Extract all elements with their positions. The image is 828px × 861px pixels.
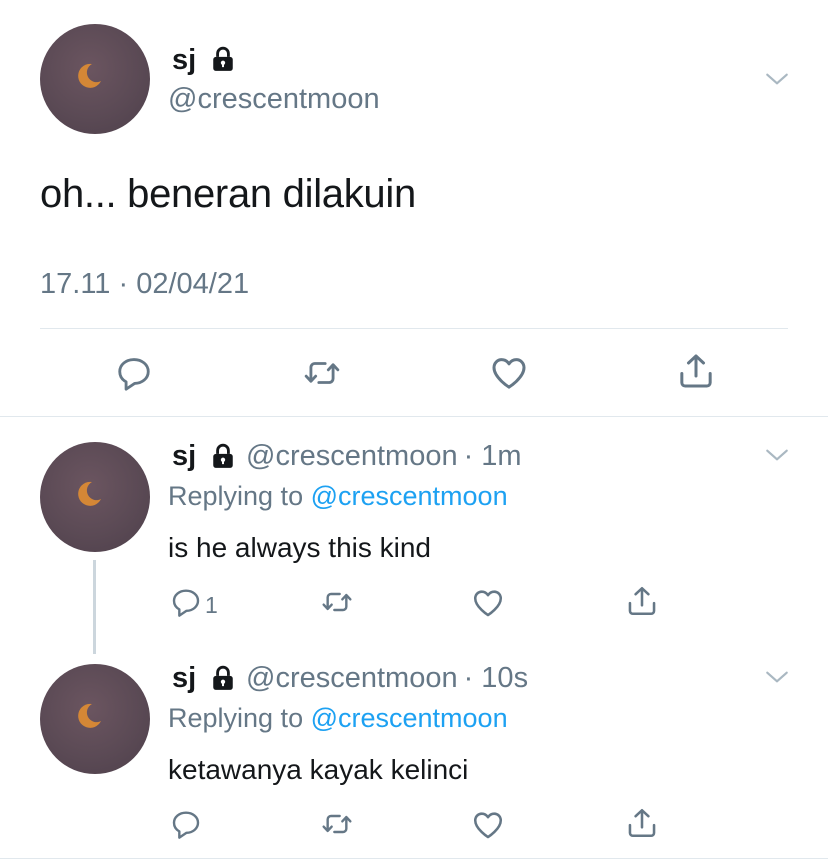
like-button[interactable] [471, 586, 505, 620]
retweet-icon [318, 808, 356, 840]
crescent-moon-icon [40, 664, 150, 774]
user-handle[interactable]: @crescentmoon [168, 83, 380, 116]
like-button[interactable] [489, 353, 529, 393]
share-icon [676, 351, 716, 391]
thread-connector [93, 560, 96, 654]
mention-link[interactable]: @crescentmoon [311, 703, 508, 733]
divider [40, 328, 788, 329]
replying-to: Replying to @crescentmoon [168, 703, 508, 734]
display-name[interactable]: sj [172, 440, 196, 473]
reply-icon [115, 354, 153, 392]
display-name[interactable]: sj [172, 662, 196, 695]
handle-text: @crescentmoon [246, 440, 458, 472]
divider [0, 858, 828, 859]
share-icon [625, 584, 659, 618]
lock-icon [210, 443, 236, 469]
retweet-button[interactable] [318, 808, 356, 840]
reply-count: 1 [205, 592, 218, 618]
like-button[interactable] [471, 808, 505, 842]
share-icon [625, 806, 659, 840]
retweet-button[interactable] [318, 586, 356, 618]
retweet-icon [300, 354, 344, 392]
user-handle[interactable]: @crescentmoon · 1m [246, 440, 522, 473]
lock-icon [210, 665, 236, 691]
tweet-text: ketawanya kayak kelinci [168, 754, 469, 785]
handle-text: @crescentmoon [246, 662, 458, 694]
share-button[interactable] [625, 584, 659, 618]
replying-to-label: Replying to [168, 703, 311, 733]
tweet-timestamp[interactable]: 17.11 · 02/04/21 [40, 268, 249, 301]
avatar[interactable] [40, 442, 150, 552]
chevron-down-icon[interactable] [764, 442, 790, 468]
reply-icon [170, 586, 202, 618]
retweet-icon [318, 586, 356, 618]
retweet-button[interactable] [300, 354, 344, 392]
tweet-time: · 1m [463, 440, 522, 472]
share-button[interactable] [625, 806, 659, 840]
heart-icon [489, 353, 529, 393]
tweet-text: is he always this kind [168, 532, 432, 563]
replying-to: Replying to @crescentmoon [168, 481, 508, 512]
reply-button[interactable] [170, 586, 202, 618]
replying-to-label: Replying to [168, 481, 311, 511]
reply-icon [170, 808, 202, 840]
divider [0, 416, 828, 417]
heart-icon [471, 586, 505, 620]
avatar[interactable] [40, 664, 150, 774]
chevron-down-icon[interactable] [764, 664, 790, 690]
tweet-text: oh... beneran dilakuin [40, 172, 416, 216]
heart-icon [471, 808, 505, 842]
tweet-time: · 10s [463, 662, 529, 694]
display-name[interactable]: sj [172, 44, 196, 77]
avatar[interactable] [40, 24, 150, 134]
share-button[interactable] [676, 351, 716, 391]
mention-link[interactable]: @crescentmoon [311, 481, 508, 511]
reply-button[interactable] [115, 354, 153, 392]
chevron-down-icon[interactable] [764, 66, 790, 92]
reply-button[interactable] [170, 808, 202, 840]
crescent-moon-icon [40, 24, 150, 134]
crescent-moon-icon [40, 442, 150, 552]
user-handle[interactable]: @crescentmoon · 10s [246, 662, 528, 695]
lock-icon [210, 46, 236, 72]
